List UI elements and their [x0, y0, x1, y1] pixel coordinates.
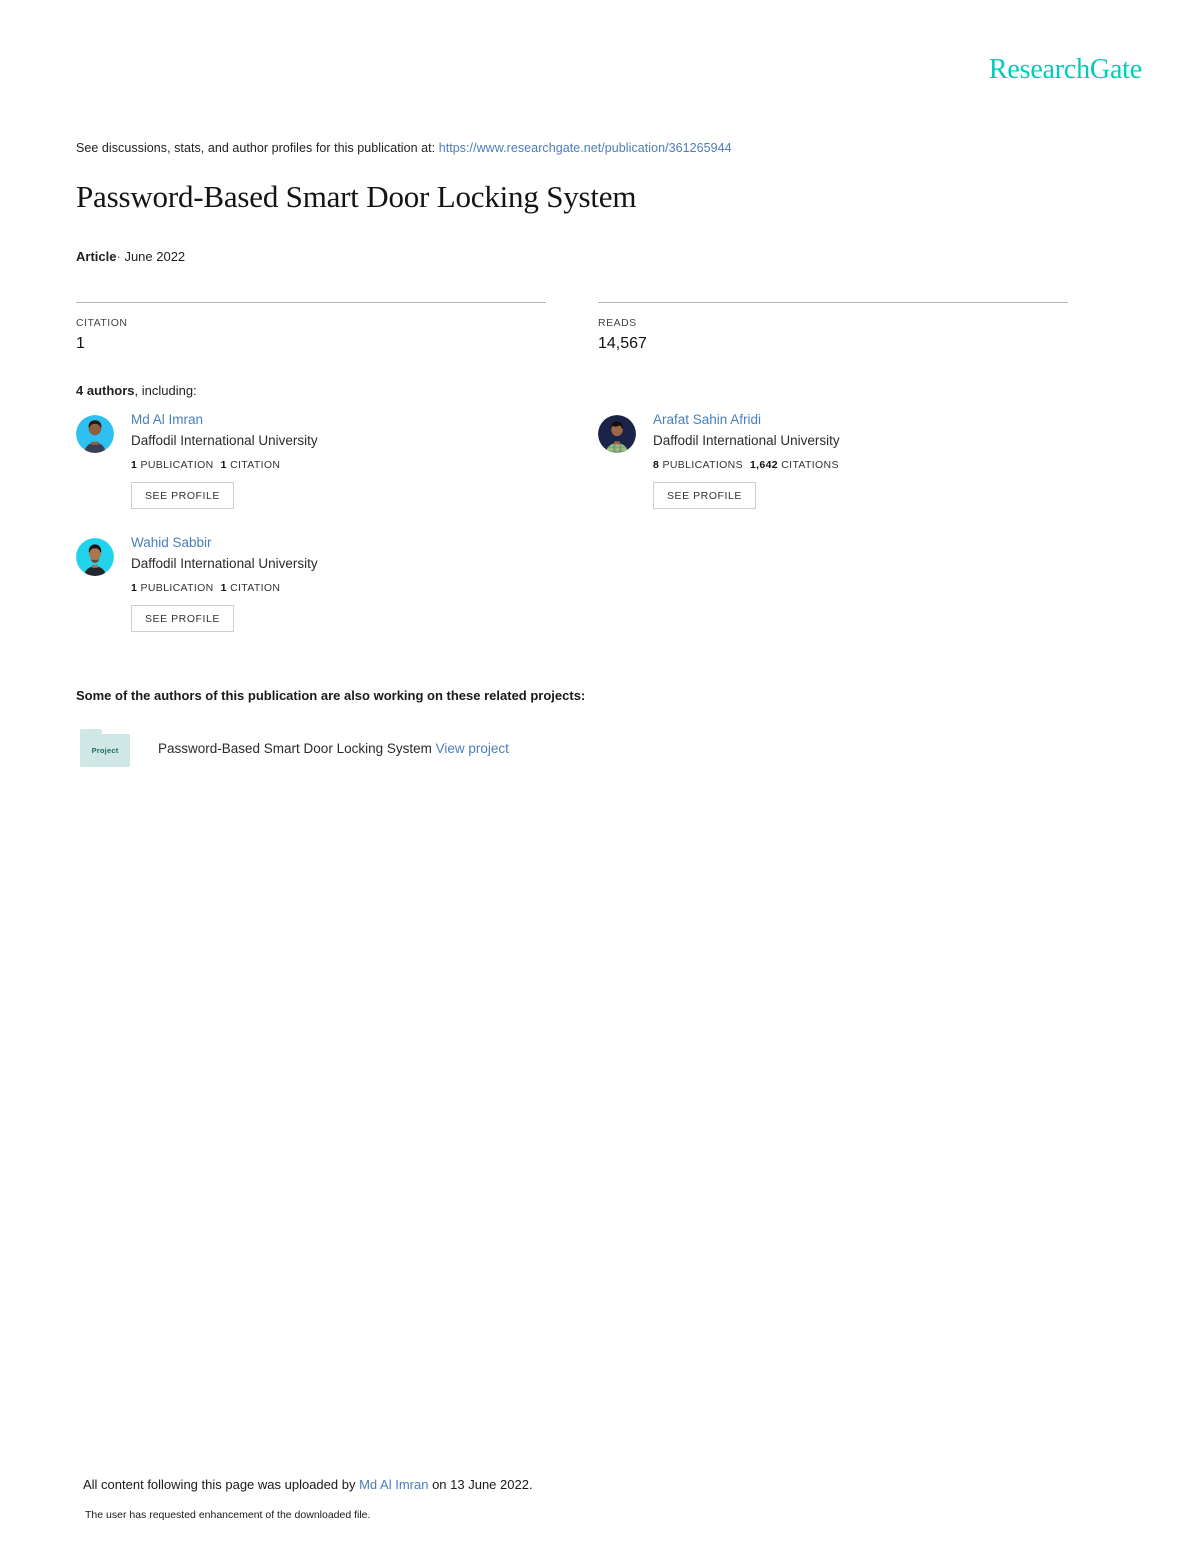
researchgate-logo[interactable]: ResearchGate: [989, 56, 1142, 84]
upload-suffix-text: on 13 June 2022.: [432, 1477, 533, 1492]
author-publications-count: 1: [131, 458, 138, 471]
author-citations-label: CITATION: [230, 458, 281, 471]
author-card: Arafat Sahin Afridi Daffodil Internation…: [598, 412, 1068, 510]
publication-url-link[interactable]: https://www.researchgate.net/publication…: [439, 141, 732, 155]
see-profile-button[interactable]: SEE PROFILE: [131, 481, 234, 510]
authors-count-label: 4 authors: [76, 383, 135, 398]
article-meta-separator: ·: [116, 249, 121, 264]
author-info: Md Al Imran Daffodil International Unive…: [131, 412, 318, 510]
page-title: Password-Based Smart Door Locking System: [76, 179, 637, 214]
author-citations-count: 1: [220, 458, 227, 471]
enhancement-note: The user has requested enhancement of th…: [85, 1509, 371, 1521]
stat-divider: [76, 302, 546, 303]
brand-header: ResearchGate: [989, 56, 1142, 84]
author-affiliation: Daffodil International University: [653, 432, 840, 448]
project-folder-icon: Project: [80, 729, 130, 767]
discussion-prefix-text: See discussions, stats, and author profi…: [76, 141, 436, 155]
upload-prefix-text: All content following this page was uplo…: [83, 1477, 356, 1492]
related-project-item: Project Password-Based Smart Door Lockin…: [80, 729, 509, 767]
researchgate-cover-page: ResearchGate See discussions, stats, and…: [0, 0, 1200, 1553]
author-citations-count: 1,642: [749, 458, 778, 471]
author-publications-count: 8: [653, 458, 660, 471]
author-publications-label: PUBLICATION: [140, 458, 214, 471]
author-name-link[interactable]: Arafat Sahin Afridi: [653, 412, 840, 429]
upload-credit-line: All content following this page was uplo…: [83, 1477, 533, 1492]
authors-heading: 4 authors, including:: [76, 383, 197, 398]
view-project-link[interactable]: View project: [436, 741, 509, 756]
article-type-label: Article: [76, 249, 117, 264]
stat-divider: [598, 302, 1068, 303]
author-metrics: 1 PUBLICATION 1 CITATION: [131, 582, 318, 594]
stat-value-reads: 14,567: [598, 335, 647, 352]
author-name-link[interactable]: Md Al Imran: [131, 412, 318, 429]
author-info: Wahid Sabbir Daffodil International Univ…: [131, 535, 318, 633]
stats-row: CITATION 1 READS 14,567: [76, 302, 1068, 353]
see-profile-button[interactable]: SEE PROFILE: [653, 481, 756, 510]
project-text: Password-Based Smart Door Locking System…: [158, 741, 509, 756]
stat-reads: READS 14,567: [598, 302, 1068, 353]
uploader-link[interactable]: Md Al Imran: [359, 1477, 428, 1492]
author-info: Arafat Sahin Afridi Daffodil Internation…: [653, 412, 840, 510]
avatar-md-al-imran[interactable]: [76, 415, 114, 453]
related-projects-heading: Some of the authors of this publication …: [76, 688, 586, 703]
article-meta: Article· June 2022: [76, 249, 185, 264]
authors-heading-suffix: , including:: [134, 383, 197, 398]
author-card: Wahid Sabbir Daffodil International Univ…: [76, 535, 546, 633]
stat-citation: CITATION 1: [76, 302, 546, 353]
author-card: Md Al Imran Daffodil International Unive…: [76, 412, 546, 510]
author-affiliation: Daffodil International University: [131, 555, 318, 571]
project-title: Password-Based Smart Door Locking System: [158, 740, 432, 756]
author-metrics: 1 PUBLICATION 1 CITATION: [131, 459, 318, 471]
author-citations-count: 1: [220, 581, 227, 594]
article-date-label: June 2022: [124, 249, 186, 264]
discussion-line: See discussions, stats, and author profi…: [76, 141, 732, 155]
stat-value-citation: 1: [76, 335, 85, 352]
author-affiliation: Daffodil International University: [131, 432, 318, 448]
stat-label-citation: CITATION: [76, 317, 128, 329]
project-folder-label: Project: [91, 746, 119, 755]
author-citations-label: CITATION: [230, 581, 281, 594]
author-citations-label: CITATIONS: [781, 458, 839, 471]
stat-label-reads: READS: [598, 317, 637, 329]
author-publications-label: PUBLICATION: [140, 581, 214, 594]
author-name-link[interactable]: Wahid Sabbir: [131, 535, 318, 552]
author-publications-label: PUBLICATIONS: [662, 458, 743, 471]
avatar-arafat-sahin-afridi[interactable]: [598, 415, 636, 453]
see-profile-button[interactable]: SEE PROFILE: [131, 604, 234, 633]
author-publications-count: 1: [131, 581, 138, 594]
avatar-wahid-sabbir[interactable]: [76, 538, 114, 576]
author-metrics: 8 PUBLICATIONS 1,642 CITATIONS: [653, 459, 840, 471]
